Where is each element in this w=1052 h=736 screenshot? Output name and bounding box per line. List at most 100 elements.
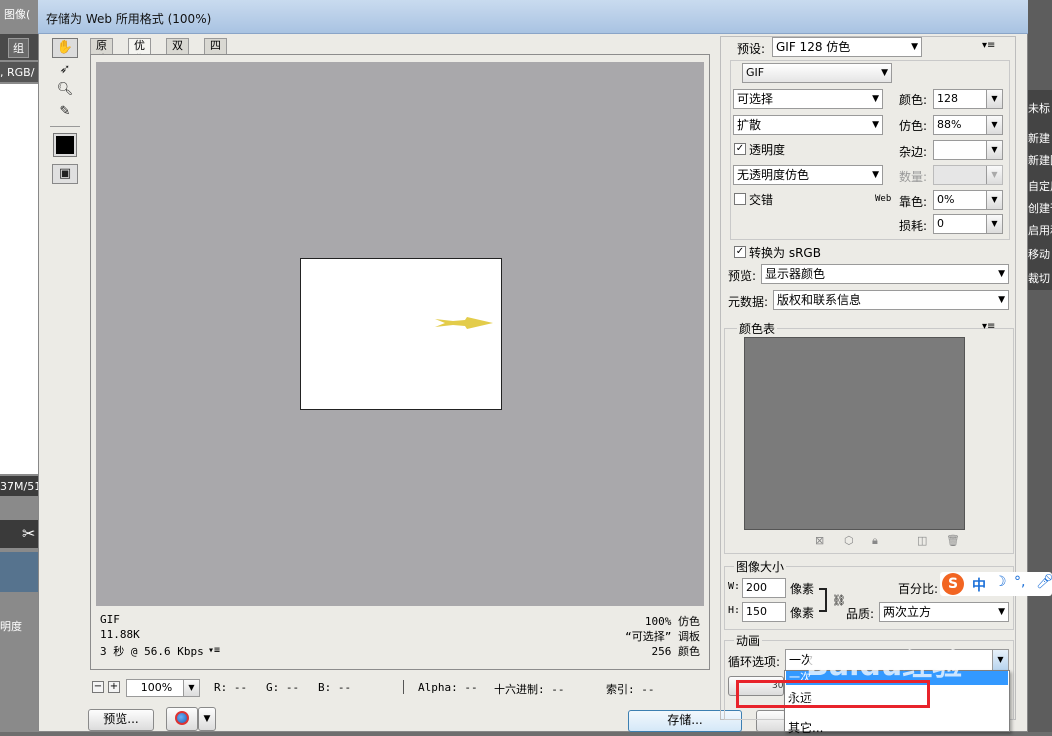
panel-item[interactable]: 自定用 [1028,178,1052,194]
transparency-label: 透明度 [749,143,786,157]
preview-button[interactable]: 预览... [88,709,154,731]
animation-title: 动画 [734,632,763,649]
panel-item[interactable]: 新建 [1028,130,1050,146]
zoom-level-select[interactable]: 100% ▼ [126,679,200,697]
quality-label: 品质: [846,607,875,621]
panel-item[interactable]: 未标 [1028,100,1050,116]
percent-label: 百分比: [898,582,939,596]
mode-text: , RGB/ [0,66,35,79]
readout-r: R: -- [214,681,248,694]
chain-link-icon[interactable]: ⛓ [832,594,846,607]
delete-color-icon[interactable]: 🗑︎ [946,534,960,547]
yellow-arrow-graphic [435,317,493,329]
colors-combo[interactable]: 128 ▼ [933,89,1003,109]
reduction-select[interactable]: 可选择 ▼ [733,89,883,109]
loop-option-other[interactable]: 其它... [788,719,823,736]
dither-combo[interactable]: 88% ▼ [933,115,1003,135]
matte-dither-select[interactable]: 无透明度仿色 ▼ [733,165,883,185]
dialog-title: 存储为 Web 所用格式 (100%) [46,12,212,26]
download-rate-menu-icon[interactable]: ▾≡ [208,645,220,656]
zoom-tool-icon[interactable]: 🔍︎ [52,80,78,100]
map-transparent-icon[interactable]: ⊠ [815,534,824,547]
photoshop-background-left: 图像( 组 , RGB/ 37M/51 ✂ 明度 [0,0,41,732]
height-label: H: [728,605,741,616]
microphone-icon[interactable]: 🎤︎ [1036,574,1052,590]
tab-optimized[interactable]: 优化 [128,38,151,66]
tab-original[interactable]: 原稿 [90,38,113,66]
amount-combo: ▼ [933,165,1003,185]
browser-menu-button[interactable]: ▼ [198,707,216,731]
eyedropper-tool-icon[interactable]: ✎ [52,102,78,122]
web-shift-icon[interactable]: ⬡ [844,534,854,547]
matte-label: 杂边: [899,145,928,159]
readout-alpha: Alpha: -- [418,681,478,694]
readout-g: G: -- [266,681,300,694]
websnap-label-web: Web [875,194,892,204]
panel-item[interactable]: 移动 [1028,246,1050,262]
hand-tool-icon[interactable]: ✋ [52,38,78,58]
scissors-icon: ✂ [22,524,36,543]
height-input[interactable]: 150 [742,602,786,622]
info-dither: 100% 仿色 [644,615,700,628]
zoom-in-button[interactable]: + [108,681,120,693]
tab-2up[interactable]: 双联 [166,38,189,66]
info-time: 3 秒 @ 56.6 Kbps [100,645,204,658]
readout-index: 索引: -- [606,683,655,696]
new-color-icon[interactable]: ◫ [917,534,927,547]
matte-combo[interactable]: ▼ [933,140,1003,160]
preview-mode-label: 预览: [728,269,757,283]
panel-item[interactable]: 创建刊 [1028,200,1052,216]
srgb-checkbox[interactable]: ✓ [734,246,746,258]
optimize-menu-icon[interactable]: ▾≡ [982,40,995,51]
transparency-checkbox[interactable]: ✓ [734,143,746,155]
preset-select[interactable]: GIF 128 仿色 ▼ [772,37,922,57]
preview-mode-select[interactable]: 显示器颜色 ▼ [761,264,1009,284]
panel-item[interactable]: 裁切 [1028,270,1050,286]
baidu-watermark: Baidu经验 [806,648,963,683]
websnap-label: 靠色: [899,195,928,209]
width-unit: 像素 [790,582,815,596]
constrain-bracket [819,588,827,612]
info-format: GIF [100,613,120,626]
ime-toolbar: S 中 ☽ °, 🎤︎ [940,572,1052,596]
info-palette: “可选择” 调板 [625,630,700,643]
readout-hex: 十六进制: -- [494,683,565,696]
loop-options-label: 循环选项: [728,655,781,669]
tab-4up[interactable]: 四联 [204,38,227,66]
width-input[interactable]: 200 [742,578,786,598]
metadata-select[interactable]: 版权和联系信息 ▼ [773,290,1009,310]
panel-item[interactable]: 启用和 [1028,222,1052,238]
moon-icon[interactable]: ☽ [994,574,1007,590]
toggle-slices-icon[interactable]: ▣ [52,164,78,184]
browser-icon[interactable] [166,707,198,731]
srgb-label: 转换为 sRGB [749,246,821,260]
metadata-label: 元数据: [728,295,769,309]
opacity-text: 明度 [0,620,22,633]
info-size: 11.88K [100,628,140,641]
watermark-url: jingyan.baidu.com [790,690,910,705]
quality-select[interactable]: 两次立方 ▼ [879,602,1009,622]
interlaced-checkbox[interactable] [734,193,746,205]
height-unit: 像素 [790,606,815,620]
image-size-title: 图像大小 [734,558,787,575]
format-select[interactable]: GIF ▼ [742,63,892,83]
interlaced-label: 交错 [749,193,774,207]
slice-select-tool-icon[interactable]: ➶ [52,60,78,80]
color-table-title: 颜色表 [737,320,778,337]
group-button[interactable]: 组 [8,38,29,58]
color-table-menu-icon[interactable]: ▾≡ [982,321,995,332]
zoom-out-button[interactable]: − [92,681,104,693]
sogou-logo-icon[interactable]: S [942,573,964,595]
ime-chinese-mode[interactable]: 中 [972,575,986,595]
color-table-swatches[interactable] [744,337,965,530]
websnap-combo[interactable]: 0% ▼ [933,190,1003,210]
image-preview[interactable] [300,258,502,410]
panel-item[interactable]: 新建图 [1028,152,1052,168]
photoshop-background-right: 未标新建新建图自定用创建刊启用和移动裁切 [1028,0,1052,732]
lock-color-icon[interactable]: 🔒︎ [872,534,878,548]
menu-image[interactable]: 图像( [4,6,30,22]
punctuation-icon[interactable]: °, [1014,574,1025,590]
lossy-combo[interactable]: 0 ▼ [933,214,1003,234]
eyedropper-color-swatch[interactable] [53,133,77,157]
dither-algorithm-select[interactable]: 扩散 ▼ [733,115,883,135]
